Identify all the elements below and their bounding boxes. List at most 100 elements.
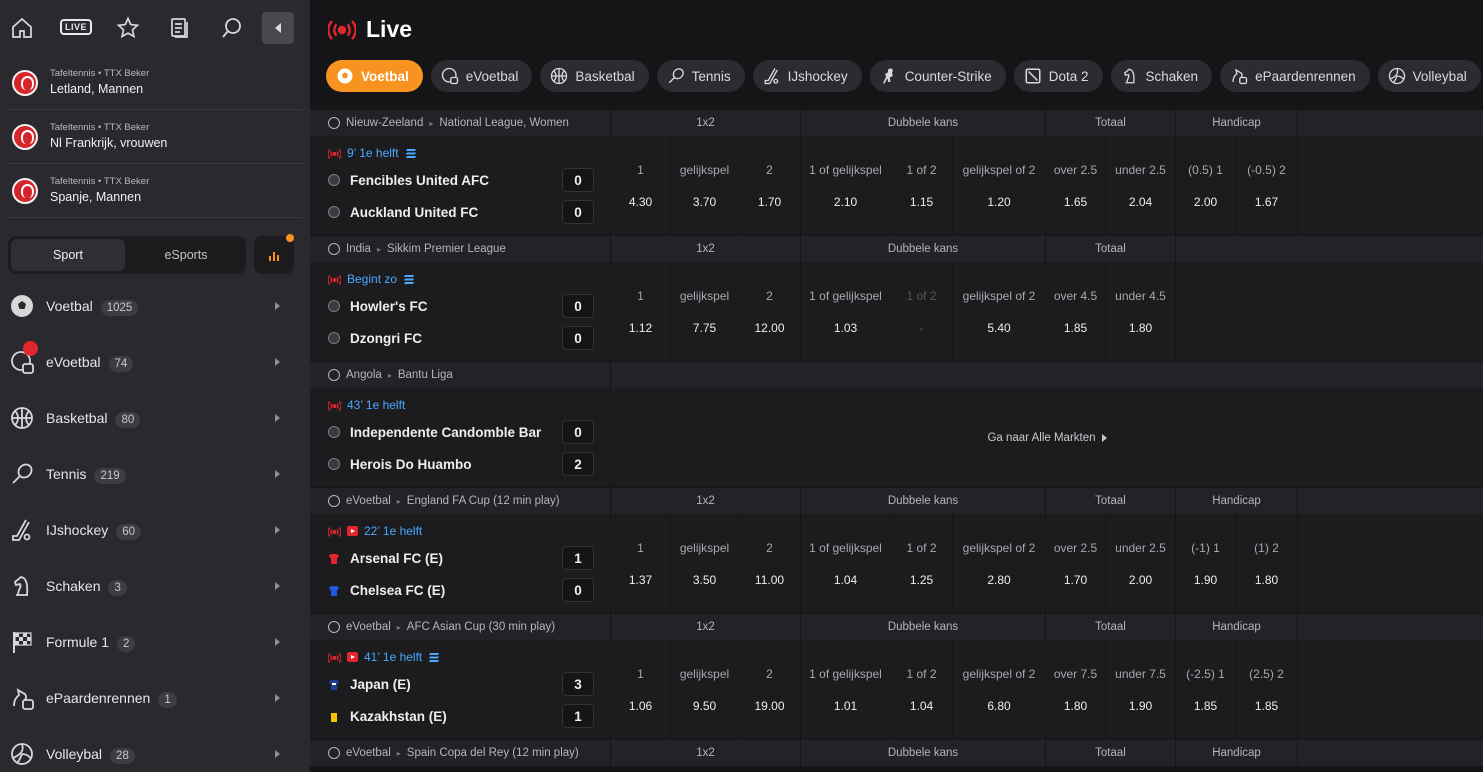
league-header[interactable]: Nieuw-Zeeland ▸ National League, Women 1x2…: [310, 110, 1483, 136]
chess-knight-icon: [1121, 67, 1139, 85]
favorite-match[interactable]: Tafeltennis • TTX Beker Letland, Mannen: [8, 56, 302, 110]
odds-button[interactable]: (-0.5) 2 1.67: [1236, 136, 1298, 235]
odds-button[interactable]: over 2.5 1.65: [1046, 136, 1106, 235]
odds-button[interactable]: gelijkspel 3.70: [671, 136, 739, 235]
odds-button[interactable]: (2.5) 2 1.85: [1236, 640, 1298, 739]
sidebar-item-epaardenrennen[interactable]: ePaardenrennen 1: [0, 670, 310, 726]
team-name: Kazakhstan (E): [350, 708, 447, 724]
sidebar-item-schaken[interactable]: Schaken 3: [0, 558, 310, 614]
odds-button[interactable]: gelijkspel 3.50: [671, 514, 739, 613]
market-header-totaal: Totaal: [1046, 488, 1176, 514]
match-row[interactable]: 22’ 1e helft Arsenal FC (E) 1 Chelsea FC …: [310, 514, 1483, 614]
odds-button[interactable]: 2 19.00: [739, 640, 801, 739]
odds-button[interactable]: 1 1.12: [611, 262, 671, 361]
sidebar-item-ijshockey[interactable]: IJshockey 60: [0, 502, 310, 558]
league-header[interactable]: Angola ▸ Bantu Liga: [310, 362, 1483, 388]
odds-button[interactable]: (0.5) 1 2.00: [1176, 136, 1236, 235]
search-icon[interactable]: [220, 16, 244, 40]
odds-button[interactable]: over 2.5 1.70: [1046, 514, 1106, 613]
odds-button[interactable]: over 7.5 1.80: [1046, 640, 1106, 739]
odds-button[interactable]: gelijkspel of 2 6.80: [953, 640, 1046, 739]
collapse-sidebar-button[interactable]: [262, 12, 294, 44]
odds-button[interactable]: 1 of gelijkspel 1.04: [801, 514, 891, 613]
odds-button[interactable]: 1 4.30: [611, 136, 671, 235]
odds-button[interactable]: 1 of gelijkspel 2.10: [801, 136, 891, 235]
odds-button[interactable]: 1 of 2 1.04: [891, 640, 953, 739]
odds-button[interactable]: (-2.5) 1 1.85: [1176, 640, 1236, 739]
sidebar-item-voetbal[interactable]: Voetbal 1025: [0, 278, 310, 334]
stats-button[interactable]: [254, 234, 294, 274]
odds-button[interactable]: under 2.5 2.04: [1106, 136, 1176, 235]
chip-evoetbal[interactable]: eVoetbal: [430, 60, 533, 92]
match-row[interactable]: 41’ 1e helft Japan (E) 3 Kazakhstan (E) 1 …: [310, 640, 1483, 740]
home-icon[interactable]: [10, 16, 34, 40]
chip-counter-strike[interactable]: Counter-Strike: [869, 60, 1006, 92]
match-time: Begint zo: [347, 272, 398, 286]
chip-label: Basketbal: [575, 68, 635, 84]
odds-button[interactable]: 2 12.00: [739, 262, 801, 361]
events-list: Nieuw-Zeeland ▸ National League, Women 1x2…: [310, 110, 1483, 766]
odds-button[interactable]: (1) 2 1.80: [1236, 514, 1298, 613]
league-name: England FA Cup (12 min play): [406, 495, 560, 507]
dota-icon: [1024, 67, 1042, 85]
sidebar-item-tennis[interactable]: Tennis 219: [0, 446, 310, 502]
team-name: Auckland United FC: [350, 204, 479, 220]
video-play-icon[interactable]: [347, 652, 358, 662]
match-row[interactable]: 9’ 1e helft Fencibles United AFC 0 Auckla…: [310, 136, 1483, 236]
sidebar-item-basketbal[interactable]: Basketbal 80: [0, 390, 310, 446]
odds-button[interactable]: 1 of gelijkspel 1.03: [801, 262, 891, 361]
chip-dota-2[interactable]: Dota 2: [1013, 60, 1103, 92]
odds-button[interactable]: 1 1.37: [611, 514, 671, 613]
stats-stream-icon[interactable]: [428, 652, 440, 663]
league-header[interactable]: eVoetbal ▸ Spain Copa del Rey (12 min play…: [310, 740, 1483, 766]
star-icon[interactable]: [116, 16, 140, 40]
chip-tennis[interactable]: Tennis: [656, 60, 745, 92]
odds-button[interactable]: gelijkspel of 2 1.20: [953, 136, 1046, 235]
league-header[interactable]: India ▸ Sikkim Premier League 1x2 Dubbele …: [310, 236, 1483, 262]
sport-tab[interactable]: Sport: [11, 239, 125, 271]
odds-button[interactable]: 1 of 2 1.15: [891, 136, 953, 235]
match-row[interactable]: Begint zo Howler's FC 0 Dzongri FC 0 1 1.12…: [310, 262, 1483, 362]
stats-stream-icon[interactable]: [403, 274, 415, 285]
chip-schaken[interactable]: Schaken: [1110, 60, 1213, 92]
odds-button[interactable]: gelijkspel 7.75: [671, 262, 739, 361]
stats-stream-icon[interactable]: [405, 148, 417, 159]
sidebar-item-formule-1[interactable]: Formule 1 2: [0, 614, 310, 670]
odds-button[interactable]: gelijkspel 9.50: [671, 640, 739, 739]
league-header[interactable]: eVoetbal ▸ England FA Cup (12 min play) 1x…: [310, 488, 1483, 514]
odds-button[interactable]: gelijkspel of 2 5.40: [953, 262, 1046, 361]
chip-basketbal[interactable]: Basketbal: [540, 60, 649, 92]
favorite-match[interactable]: Tafeltennis • TTX Beker Spanje, Mannen: [8, 164, 302, 218]
odds-button[interactable]: over 4.5 1.85: [1046, 262, 1106, 361]
odds-button[interactable]: under 2.5 2.00: [1106, 514, 1176, 613]
sport-esports-switch: Sport eSports: [8, 236, 246, 274]
odds-button[interactable]: 2 1.70: [739, 136, 801, 235]
match-row[interactable]: 43’ 1e helft Independente Candomble Bar 0…: [310, 388, 1483, 488]
odds-button[interactable]: 1 1.06: [611, 640, 671, 739]
video-play-icon[interactable]: [347, 526, 358, 536]
sidebar-item-evoetbal[interactable]: eVoetbal 74: [0, 334, 310, 390]
odds-button[interactable]: 1 of gelijkspel 1.01: [801, 640, 891, 739]
market-header-1x2: 1x2: [611, 236, 801, 262]
chip-volleybal[interactable]: Volleybal: [1377, 60, 1481, 92]
odds-button[interactable]: 1 of 2 1.25: [891, 514, 953, 613]
chip-epaardenrennen[interactable]: ePaardenrennen: [1220, 60, 1370, 92]
betslip-icon[interactable]: [168, 16, 192, 40]
sport-label: Tennis: [46, 466, 87, 482]
all-markets-link[interactable]: Ga naar Alle Markten: [611, 388, 1483, 487]
checkered-flag-icon: [10, 630, 34, 654]
odds-button[interactable]: 2 11.00: [739, 514, 801, 613]
league-header[interactable]: eVoetbal ▸ AFC Asian Cup (30 min play) 1x2…: [310, 614, 1483, 640]
odds-button[interactable]: under 7.5 1.90: [1106, 640, 1176, 739]
esports-tab[interactable]: eSports: [129, 239, 243, 271]
chip-ijshockey[interactable]: IJshockey: [752, 60, 862, 92]
odds-button[interactable]: gelijkspel of 2 2.80: [953, 514, 1046, 613]
team-logo-icon: [328, 300, 340, 312]
sidebar-item-volleybal[interactable]: Volleybal 28: [0, 726, 310, 772]
live-badge[interactable]: LIVE: [60, 19, 93, 35]
odds-button[interactable]: (-1) 1 1.90: [1176, 514, 1236, 613]
ice-hockey-icon: [763, 67, 781, 85]
chip-voetbal[interactable]: Voetbal: [326, 60, 423, 92]
favorite-match[interactable]: Tafeltennis • TTX Beker Nl Frankrijk, vr…: [8, 110, 302, 164]
odds-button[interactable]: under 4.5 1.80: [1106, 262, 1176, 361]
